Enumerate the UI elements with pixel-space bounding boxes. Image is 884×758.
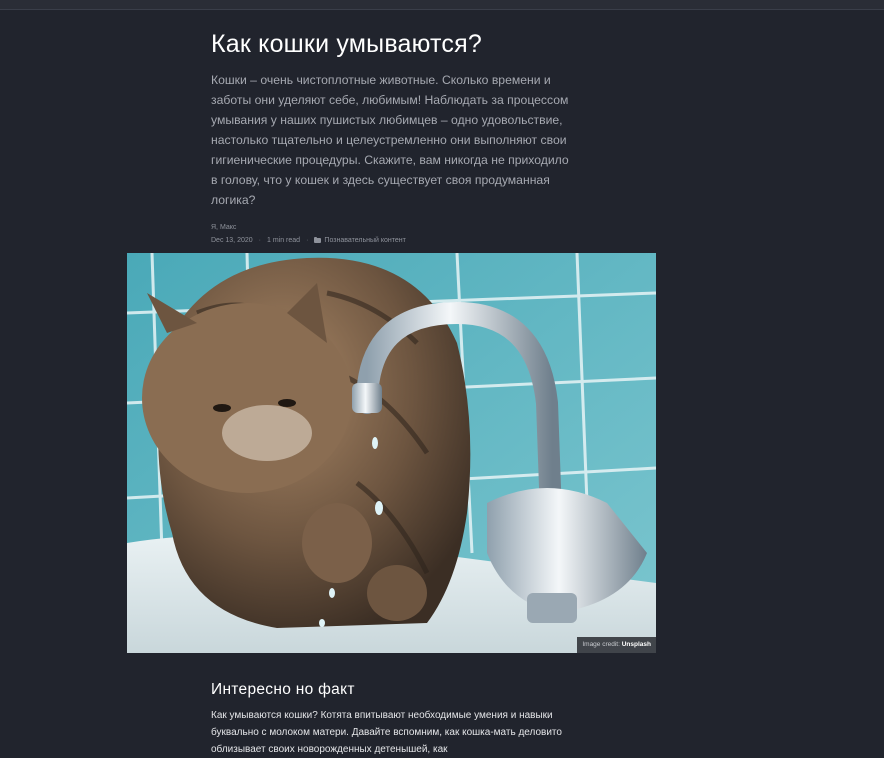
image-credit: Image credit: Unsplash	[577, 637, 656, 653]
section-text: Как умываются кошки? Котята впитывают не…	[211, 710, 562, 755]
meta-row: Dec 13, 2020 · 1 min read · Познавательн…	[211, 235, 571, 246]
article-section: Интересно но факт Как умываются кошки? К…	[211, 680, 571, 758]
page-title: Как кошки умываются?	[211, 30, 482, 58]
top-nav-bar	[0, 0, 884, 10]
article-meta: Я, Макс Dec 13, 2020 · 1 min read · Позн…	[211, 222, 571, 246]
article-intro: Кошки – очень чистоплотные животные. Ско…	[211, 73, 569, 207]
cat-faucet-illustration	[127, 253, 656, 653]
category-link[interactable]: Познавательный контент	[324, 235, 405, 246]
article-header: Как кошки умываются? Кошки – очень чисто…	[211, 28, 571, 246]
read-time: 1 min read	[267, 237, 301, 244]
featured-image: Image credit: Unsplash	[127, 253, 656, 653]
meta-separator: ·	[258, 237, 261, 244]
folder-icon	[314, 237, 322, 243]
publish-date: Dec 13, 2020	[211, 237, 253, 244]
image-credit-source-link[interactable]: Unsplash	[622, 641, 651, 648]
author-link[interactable]: Я, Макс	[211, 222, 571, 233]
image-credit-label: Image credit:	[582, 641, 620, 648]
meta-separator: ·	[306, 237, 309, 244]
section-heading: Интересно но факт	[211, 681, 355, 698]
